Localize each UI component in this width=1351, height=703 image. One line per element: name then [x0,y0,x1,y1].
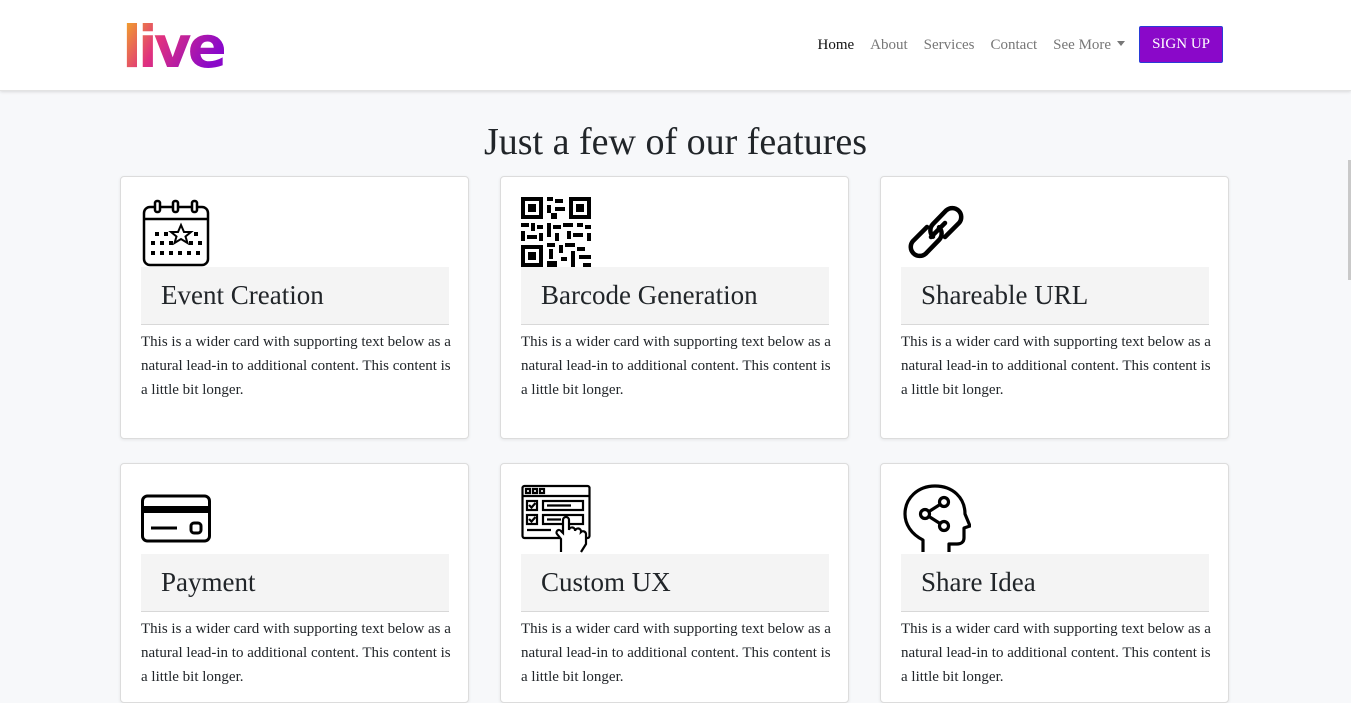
nav-see-more-label: See More [1053,36,1112,53]
card-text: This is a wider card with supporting tex… [521,334,831,398]
card-text: This is a wider card with supporting tex… [901,621,1211,685]
main-nav: Home About Services Contact See More SIG… [802,26,1223,63]
nav-about[interactable]: About [870,30,908,60]
card-title: Custom UX [521,554,829,612]
card-text: This is a wider card with supporting tex… [901,334,1211,398]
card-title: Barcode Generation [521,267,829,325]
card-title: Share Idea [901,554,1209,612]
caret-down-icon [1117,40,1126,46]
chain-link-icon [908,205,964,259]
navbar: live Home About Services Contact See Mor… [0,0,1351,91]
page-title: Just a few of our features [483,121,868,163]
card-text: This is a wider card with supporting tex… [141,334,451,398]
feature-card-custom-ux: Custom UX This is a wider card with supp… [500,463,849,703]
nav-see-more[interactable]: See More [1053,30,1126,60]
card-title: Payment [141,554,449,612]
calendar-star-icon [142,199,210,267]
card-title: Shareable URL [901,267,1209,325]
svg-text:live: live [122,14,224,74]
feature-card-share-idea: Share Idea This is a wider card with sup… [880,463,1229,703]
qr-code-icon [521,197,591,267]
card-text: This is a wider card with supporting tex… [521,621,831,685]
card-text: This is a wider card with supporting tex… [141,621,451,685]
nav-home[interactable]: Home [818,30,855,60]
feature-card-shareable-url: Shareable URL This is a wider card with … [880,176,1229,439]
nav-contact[interactable]: Contact [991,30,1038,60]
signup-button[interactable]: SIGN UP [1139,26,1223,63]
credit-card-icon [141,494,211,543]
nav-services[interactable]: Services [924,30,975,60]
feature-card-barcode-generation: Barcode Generation This is a wider card … [500,176,849,439]
web-interface-click-icon [521,484,591,553]
live-logo[interactable]: live [122,14,224,74]
card-title: Event Creation [141,267,449,325]
feature-card-event-creation: Event Creation This is a wider card with… [120,176,469,439]
head-share-icon [903,484,971,552]
feature-card-payment: Payment This is a wider card with suppor… [120,463,469,703]
